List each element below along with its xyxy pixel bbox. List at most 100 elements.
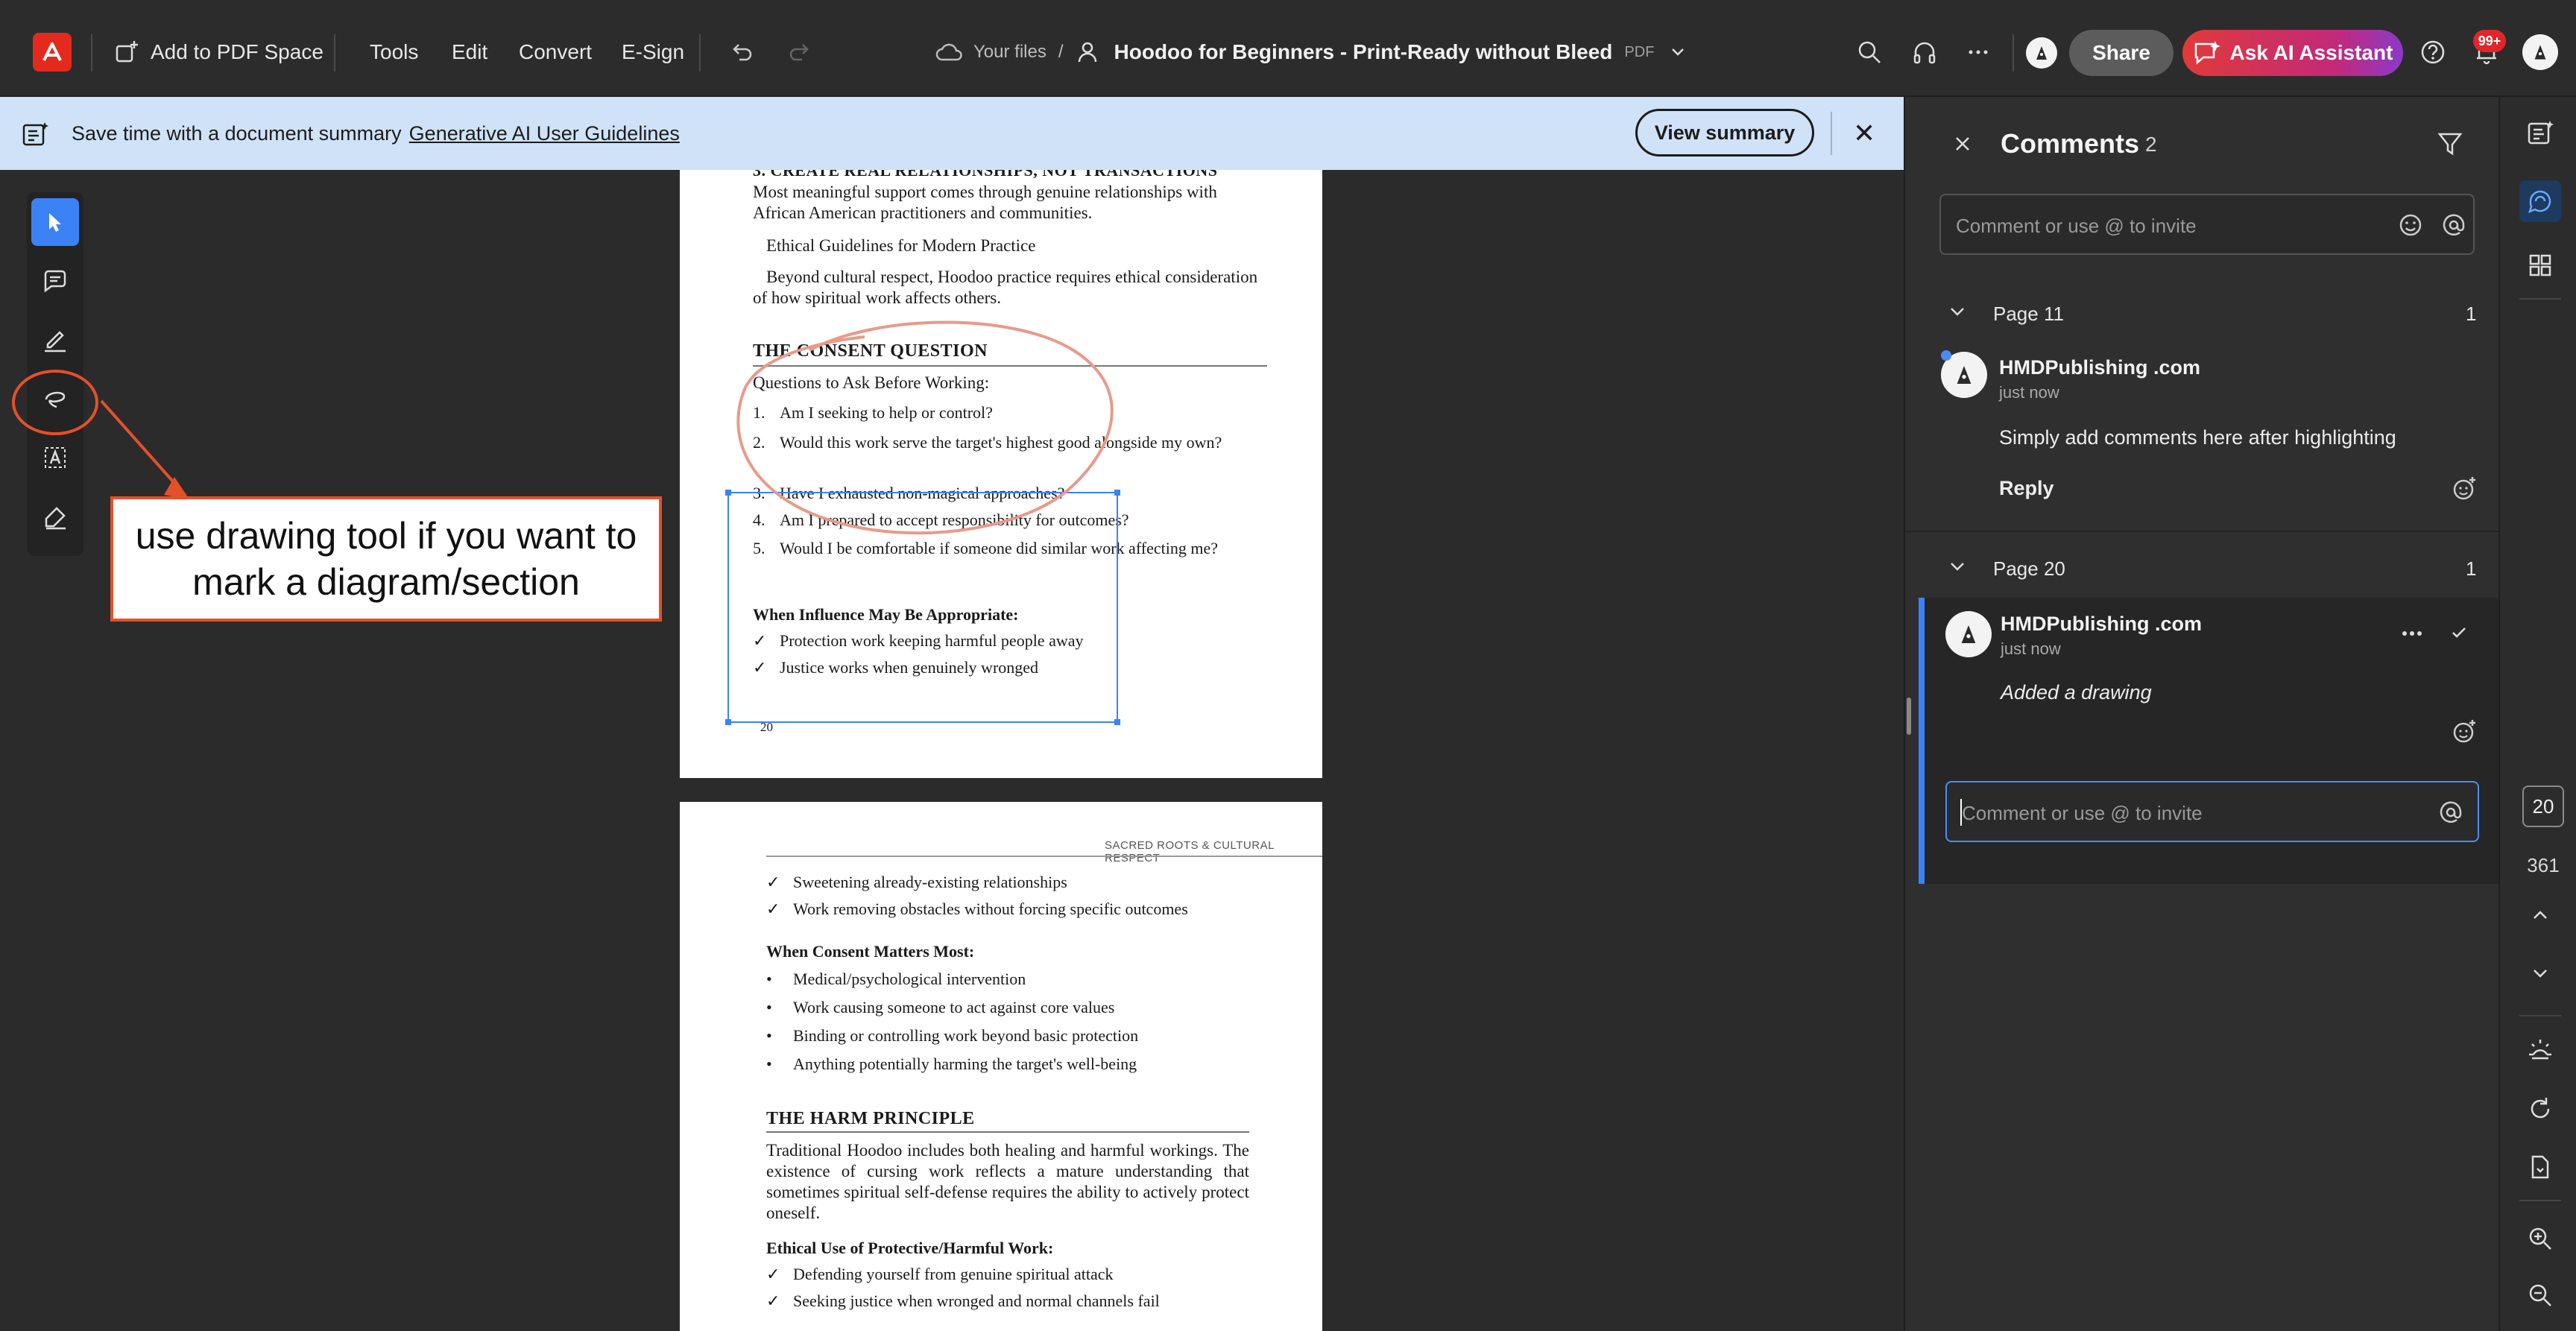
view-summary-button[interactable]: View summary [1635,109,1814,157]
collaborator-avatar[interactable] [2026,37,2057,69]
banner-text: Save time with a document summary [72,122,402,145]
sun-moon-icon [2529,1040,2551,1060]
close-banner-button[interactable]: ✕ [1853,118,1875,149]
subheading: Ethical Guidelines for Modern Practice [766,236,1036,255]
rotate-button[interactable] [2522,1091,2558,1127]
zoom-out-button[interactable] [2522,1277,2558,1313]
chevron-down-icon[interactable] [1947,301,1968,322]
select-tool-button[interactable] [31,198,79,246]
total-pages: 361 [2527,854,2560,876]
reply-button[interactable]: Reply [1999,477,2054,500]
pen-sign-icon [45,507,66,530]
resize-handle[interactable] [725,490,731,496]
document-title[interactable]: Hoodoo for Beginners - Print-Ready witho… [1114,40,1613,64]
resize-handle[interactable] [1114,490,1120,496]
menu-tools[interactable]: Tools [370,33,418,72]
resize-handle[interactable] [725,719,731,725]
comments-panel-button[interactable] [2519,180,2561,222]
comment-group-header[interactable]: Page 20 1 [1905,541,2500,593]
resolve-check-icon[interactable] [2448,622,2470,644]
help-button[interactable] [2415,34,2451,70]
divider [1831,112,1832,155]
consent-heading: When Consent Matters Most: [766,942,975,961]
more-options-button[interactable] [1960,34,1996,70]
notification-count-badge: 99+ [2473,30,2506,52]
ask-ai-assistant-button[interactable]: Ask AI Assistant [2182,30,2403,76]
comment-tool-button[interactable] [31,258,79,306]
breadcrumb-your-files[interactable]: Your files [973,42,1046,63]
dark-mode-button[interactable] [2522,1031,2558,1067]
pdf-page-21[interactable]: SACRED ROOTS & CULTURAL RESPECT ✓ Sweeten… [680,802,1322,1331]
read-aloud-button[interactable] [1907,34,1942,70]
undo-button[interactable] [723,34,759,70]
drawing-selection-box[interactable] [725,490,1120,725]
check-list-item: ✓ Sweetening already-existing relationshi… [766,873,1067,891]
divider [334,34,335,72]
panel-resize-handle[interactable] [1907,698,1911,735]
comment-group-header[interactable]: Page 11 1 [1905,286,2500,338]
comment-body: Added a drawing [2001,681,2152,704]
next-page-button[interactable] [2522,955,2558,991]
thumbnails-button[interactable] [2522,247,2558,283]
check-list-item: ✓ Defending yourself from genuine spiritu… [766,1265,1114,1283]
comment-author: HMDPublishing .com [2001,613,2202,635]
chevron-up-icon [2534,911,2547,919]
bullet-list-item: • Binding or controlling work beyond basi… [766,1026,1139,1045]
add-space-icon [116,41,138,63]
mention-icon[interactable] [2440,212,2467,238]
divider [91,34,92,72]
draw-tool-button[interactable] [31,374,79,422]
close-icon[interactable] [1953,134,1972,154]
comment-group-count: 1 [2466,557,2477,580]
emoji-icon[interactable] [2397,212,2424,238]
highlight-tool-button[interactable] [31,316,79,364]
chevron-down-icon [2534,970,2547,978]
redo-button[interactable] [783,34,818,70]
menu-esign[interactable]: E-Sign [622,33,684,72]
menu-convert[interactable]: Convert [519,33,592,72]
chevron-down-icon[interactable] [1947,556,1968,577]
document-type-label: PDF [1624,43,1655,60]
add-reaction-icon[interactable] [2451,718,2478,745]
resize-handle[interactable] [1114,719,1120,725]
current-page-input[interactable]: 20 [2522,785,2564,827]
comment-time: just now [2001,639,2061,658]
bullet-list-item: • Anything potentially harming the target… [766,1055,1137,1073]
more-horizontal-icon[interactable] [2399,620,2425,647]
share-button[interactable]: Share [2069,30,2174,76]
section-heading: THE CONSENT QUESTION [753,341,988,361]
more-horizontal-icon [1969,50,1988,54]
paragraph: Traditional Hoodoo includes both healing… [766,1141,1249,1222]
sign-tool-button[interactable] [31,493,79,541]
previous-page-button[interactable] [2522,897,2558,933]
ai-summary-panel-button[interactable] [2522,115,2558,151]
document-viewer[interactable]: 3. CREATE REAL RELATIONSHIPS, NOT TRANSA… [0,170,1904,1331]
zoom-in-icon [2529,1227,2551,1250]
summary-banner: Save time with a document summary Generat… [0,97,1904,170]
filter-icon[interactable] [2436,130,2464,158]
comment-input[interactable]: Comment or use @ to invite [1939,194,2475,255]
search-button[interactable] [1852,34,1887,70]
breadcrumb-separator: / [1058,42,1064,62]
zoom-in-button[interactable] [2522,1221,2558,1256]
add-reaction-icon[interactable] [2451,475,2478,502]
menu-edit[interactable]: Edit [452,33,487,72]
active-thread-indicator [1919,598,1925,884]
page-display-button[interactable] [2522,1149,2558,1185]
reply-input[interactable]: Comment or use @ to invite [1945,781,2479,842]
annotation-toolbar [27,192,83,556]
user-avatar[interactable] [2522,34,2558,70]
header-rule [766,856,1322,857]
ai-guidelines-link[interactable]: Generative AI User Guidelines [409,122,680,145]
add-to-pdf-space-button[interactable]: Add to PDF Space [113,33,323,72]
chevron-down-icon[interactable] [1667,42,1688,63]
acrobat-logo-icon[interactable] [33,33,72,72]
check-list-item: ✓ Work removing obstacles without forcing… [766,900,1188,918]
list-item: 1. Am I seeking to help or control? [753,403,993,422]
heading-rule [753,365,1267,367]
divider [2519,1015,2561,1017]
text-box-tool-button[interactable] [31,434,79,481]
mention-icon[interactable] [2437,799,2464,826]
comments-panel: Comments 2 Comment or use @ to invite Pa… [1904,97,2500,1331]
pen-nib-icon [1957,366,1972,384]
